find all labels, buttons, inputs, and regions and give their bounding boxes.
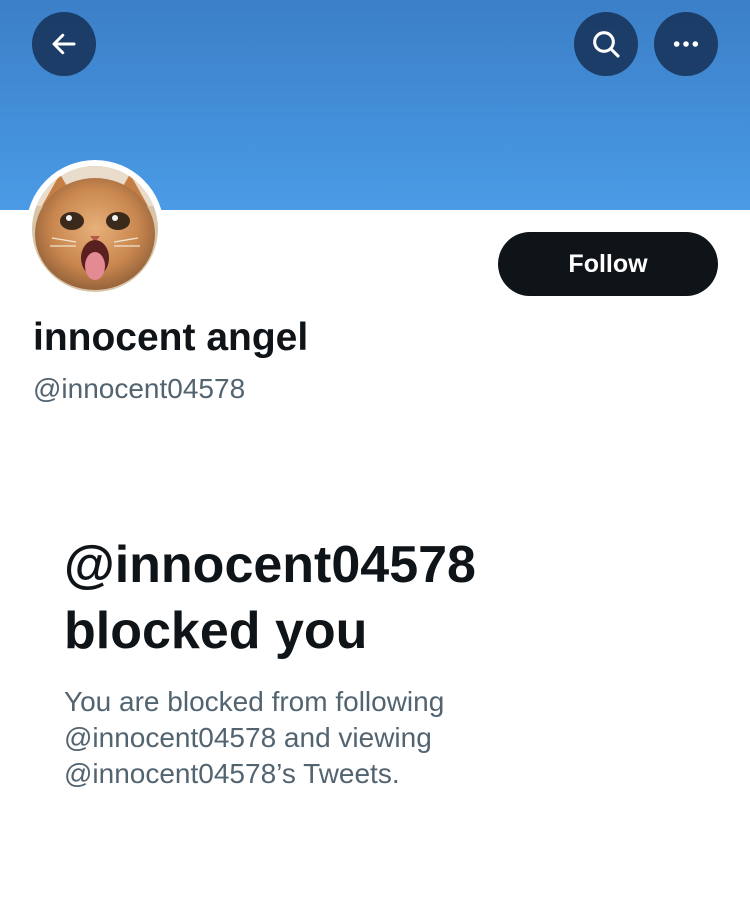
blocked-heading: @innocent04578 blocked you bbox=[64, 532, 704, 664]
blocked-message-line-1: You are blocked from following bbox=[64, 686, 445, 717]
blocked-message-line-3: @innocent04578’s Tweets. bbox=[64, 758, 400, 789]
more-horizontal-icon bbox=[673, 41, 699, 47]
cat-avatar-image bbox=[32, 166, 158, 292]
arrow-left-icon bbox=[52, 33, 76, 55]
avatar-frame bbox=[26, 160, 164, 298]
search-button[interactable] bbox=[574, 12, 638, 76]
follow-button[interactable]: Follow bbox=[498, 232, 718, 296]
display-name: innocent angel bbox=[33, 316, 309, 359]
blocked-message: You are blocked from following @innocent… bbox=[64, 684, 704, 792]
search-icon bbox=[593, 31, 620, 58]
more-options-button[interactable] bbox=[654, 12, 718, 76]
user-handle: @innocent04578 bbox=[33, 373, 246, 404]
blocked-message-line-2: @innocent04578 and viewing bbox=[64, 722, 432, 753]
blocked-heading-line-1: @innocent04578 bbox=[64, 536, 476, 594]
avatar[interactable] bbox=[32, 166, 158, 292]
back-button[interactable] bbox=[32, 12, 96, 76]
blocked-heading-line-2: blocked you bbox=[64, 602, 368, 660]
profile-page: Follow innocent angel @innocent04578 @in… bbox=[0, 0, 750, 899]
